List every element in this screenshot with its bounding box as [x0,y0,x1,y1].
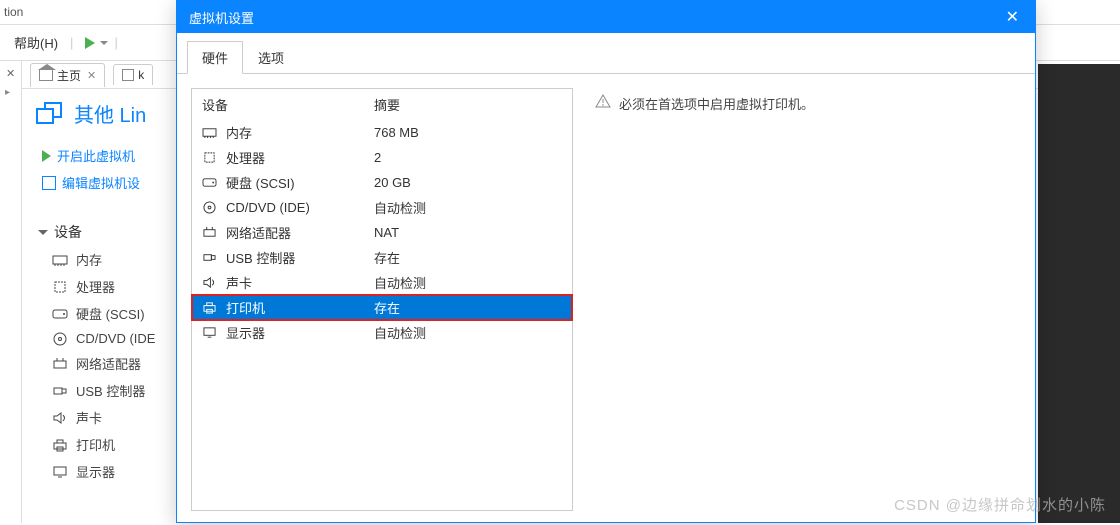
tab-label: k [138,68,144,82]
hardware-row[interactable]: USB 控制器存在 [192,245,572,270]
vm-settings-dialog: 虚拟机设置 ✕ 硬件 选项 设备 摘要 内存768 MB处理器2硬盘 (SCSI… [176,0,1036,523]
hardware-row[interactable]: 处理器2 [192,145,572,170]
tab-label: 主页 [57,67,81,84]
cpu-icon [52,280,68,294]
header-label: 设备 [54,222,82,242]
network-icon [52,357,68,371]
device-summary: 2 [374,150,381,165]
home-icon [39,69,53,81]
usb-icon [202,251,220,264]
printer-icon [52,438,68,452]
device-summary: 存在 [374,248,400,267]
usb-icon [52,384,68,398]
device-summary: 自动检测 [374,198,426,217]
vm-logo-icon [36,102,64,126]
device-summary: 768 MB [374,125,419,140]
hardware-row[interactable]: CD/DVD (IDE)自动检测 [192,195,572,220]
separator: | [70,35,73,50]
memory-icon [202,126,220,139]
chevron-down-icon [38,230,48,235]
harddisk-icon [52,307,68,321]
device-name: 显示器 [226,323,374,342]
device-summary: 20 GB [374,175,411,190]
hardware-row[interactable]: 显示器自动检测 [192,320,572,345]
arrow-icon: ▸ [5,87,10,98]
home-tab[interactable]: 主页 ✕ [30,63,105,87]
sound-icon [202,276,220,289]
hardware-row[interactable]: 打印机存在 [192,295,572,320]
device-label: USB 控制器 [76,381,145,400]
device-label: 显示器 [76,462,115,481]
link-label: 开启此虚拟机 [57,146,135,165]
device-label: 网络适配器 [76,354,141,373]
device-label: 打印机 [76,435,115,454]
help-menu[interactable]: 帮助(H) [8,29,64,56]
network-icon [202,226,220,239]
device-name: 打印机 [226,298,374,317]
harddisk-icon [202,176,220,189]
device-name: 声卡 [226,273,374,292]
hardware-list-panel: 设备 摘要 内存768 MB处理器2硬盘 (SCSI)20 GBCD/DVD (… [191,88,573,511]
device-name: 网络适配器 [226,223,374,242]
device-label: 处理器 [76,277,115,296]
device-summary: 自动检测 [374,323,426,342]
device-label: 内存 [76,250,102,269]
vm-tab[interactable]: k [113,64,153,85]
hardware-row[interactable]: 内存768 MB [192,120,572,145]
close-button[interactable]: ✕ [1002,7,1023,27]
close-icon[interactable]: ✕ [6,67,15,80]
col-device: 设备 [202,95,374,114]
detail-panel: 必须在首选项中启用虚拟打印机。 [585,88,1021,511]
cpu-icon [202,151,220,164]
device-name: 硬盘 (SCSI) [226,173,374,192]
device-summary: 存在 [374,298,400,317]
cd-icon [52,332,68,346]
preview-panel [1038,64,1120,523]
tab-options[interactable]: 选项 [243,41,299,74]
device-label: CD/DVD (IDE [76,331,155,346]
cd-icon [202,201,220,214]
play-icon [85,37,95,49]
device-name: CD/DVD (IDE) [226,200,374,215]
col-summary: 摘要 [374,95,400,114]
warning-icon [595,94,611,108]
device-name: 处理器 [226,148,374,167]
vm-title: 其他 Lin [74,99,146,128]
separator: | [114,35,117,50]
display-icon [202,326,220,339]
vm-icon [122,69,134,81]
tab-hardware[interactable]: 硬件 [187,41,243,74]
display-icon [52,465,68,479]
edit-icon [42,176,56,190]
device-label: 声卡 [76,408,102,427]
hardware-list-header: 设备 摘要 [192,89,572,120]
device-summary: 自动检测 [374,273,426,292]
device-name: 内存 [226,123,374,142]
play-icon [42,150,51,162]
printer-icon [202,301,220,314]
hardware-row[interactable]: 网络适配器NAT [192,220,572,245]
collapse-strip[interactable]: ✕ ▸ [0,61,22,523]
close-icon[interactable]: ✕ [87,69,96,82]
warning-text: 必须在首选项中启用虚拟打印机。 [619,94,814,113]
device-summary: NAT [374,225,399,240]
sound-icon [52,411,68,425]
dialog-tabs: 硬件 选项 [177,33,1035,74]
dropdown-icon [100,41,108,45]
dialog-titlebar: 虚拟机设置 ✕ [177,1,1035,33]
memory-icon [52,253,68,267]
link-label: 编辑虚拟机设 [62,173,140,192]
warning-message: 必须在首选项中启用虚拟打印机。 [595,94,1011,113]
hardware-row[interactable]: 硬盘 (SCSI)20 GB [192,170,572,195]
device-name: USB 控制器 [226,248,374,267]
play-button[interactable] [85,37,108,49]
dialog-title: 虚拟机设置 [189,8,254,27]
device-label: 硬盘 (SCSI) [76,304,145,323]
hardware-row[interactable]: 声卡自动检测 [192,270,572,295]
